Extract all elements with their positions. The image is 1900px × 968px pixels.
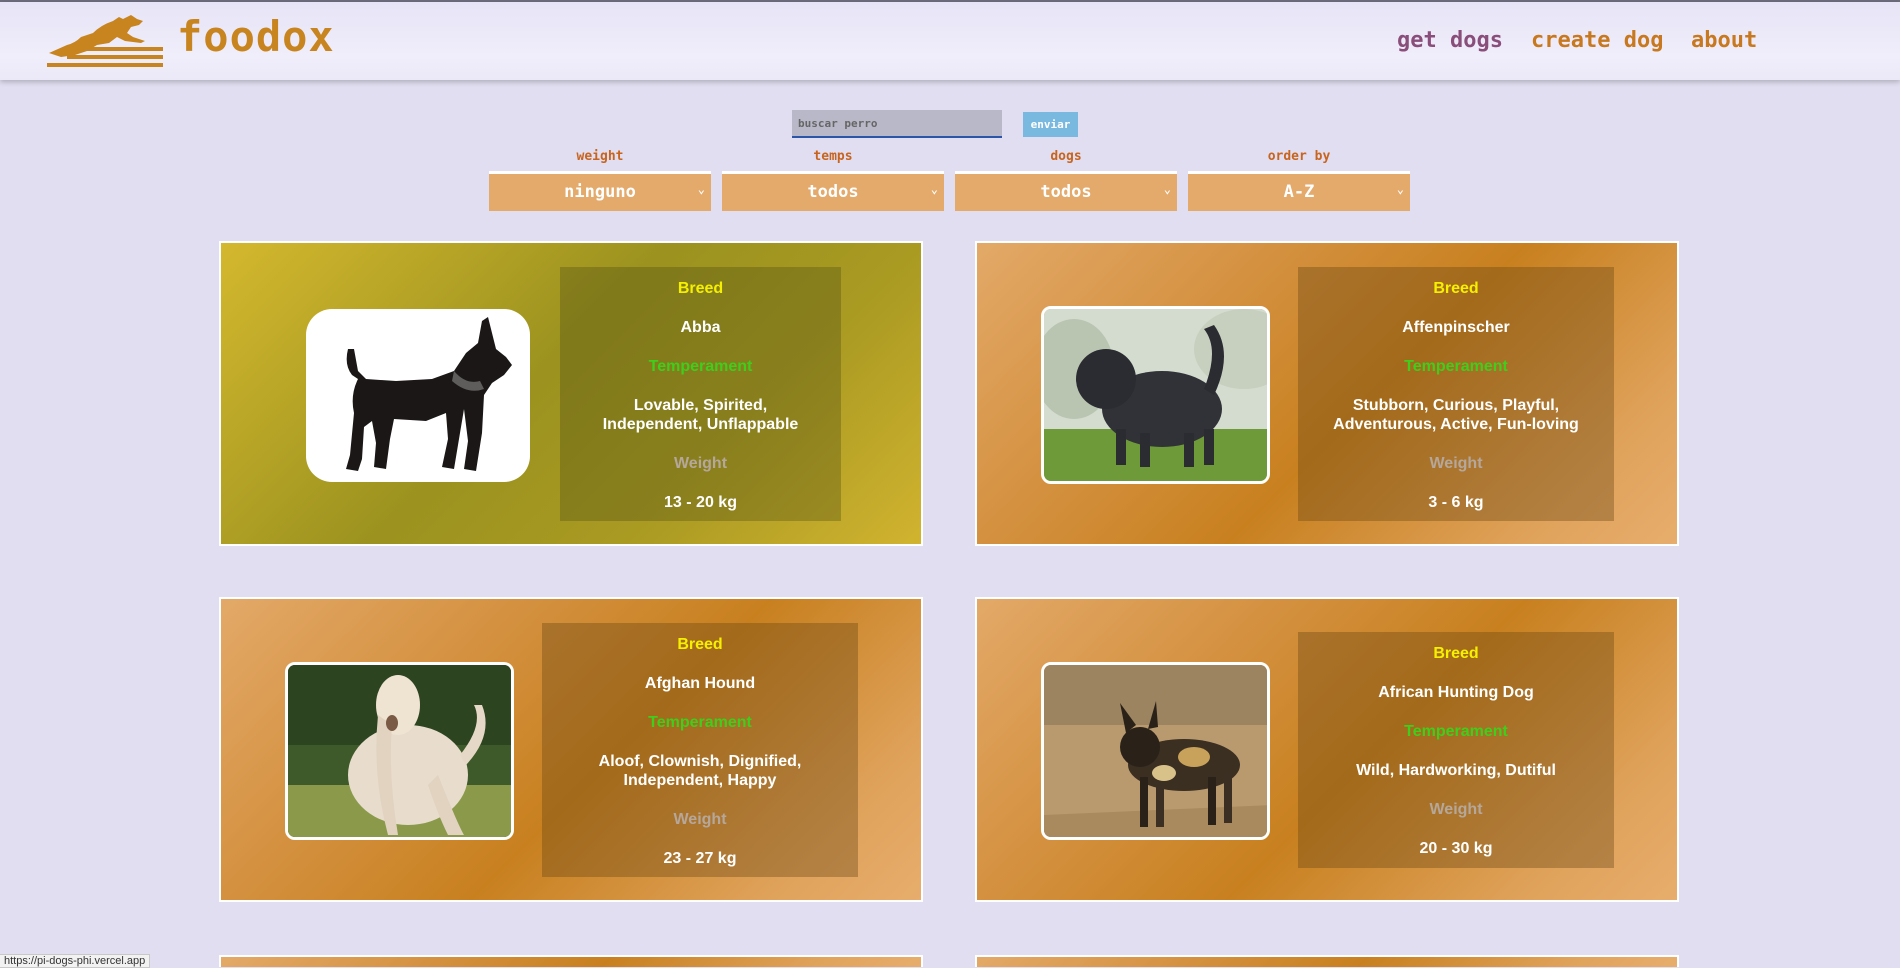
filter-label: weight: [576, 149, 624, 164]
weight-value: 23 - 27 kg: [663, 850, 737, 867]
temperament-value: Stubborn, Curious, Playful, Adventurous,…: [1333, 397, 1579, 433]
weight-value: 3 - 6 kg: [1428, 494, 1484, 511]
dog-silhouette-icon: [306, 309, 530, 482]
filter-temps: temps todos ⌄: [722, 149, 944, 211]
dog-card[interactable]: Breed Abba Temperament Lovable, Spirited…: [219, 241, 923, 546]
temps-select[interactable]: todos ⌄: [722, 171, 944, 211]
temperament-label: Temperament: [1404, 723, 1508, 740]
temperament-label: Temperament: [648, 358, 753, 375]
weight-label: Weight: [673, 455, 728, 472]
filter-label: order by: [1267, 149, 1331, 164]
temperament-value: Lovable, Spirited, Independent, Unflappa…: [602, 397, 799, 433]
filter-label: temps: [813, 149, 853, 164]
nav-about[interactable]: about: [1691, 28, 1757, 53]
send-button[interactable]: enviar: [1023, 112, 1078, 137]
nav-get-dogs[interactable]: get dogs: [1397, 28, 1503, 53]
breed-label: Breed: [1433, 280, 1479, 297]
dog-card[interactable]: [219, 955, 923, 967]
search-input[interactable]: [792, 110, 1002, 138]
order-select[interactable]: A-Z ⌄: [1188, 171, 1410, 211]
temperament-value: Wild, Hardworking, Dutiful: [1356, 762, 1556, 779]
dog-card[interactable]: Breed African Hunting Dog Temperament Wi…: [975, 597, 1679, 902]
breed-name: Abba: [680, 319, 721, 336]
weight-label: Weight: [1429, 455, 1483, 472]
filter-label: dogs: [1050, 149, 1082, 164]
weight-select[interactable]: ninguno ⌄: [489, 171, 711, 211]
select-value: todos: [1040, 182, 1092, 202]
select-value: ninguno: [564, 182, 636, 202]
afghan-hound-photo: [285, 662, 514, 840]
dogs-select[interactable]: todos ⌄: [955, 171, 1177, 211]
breed-label: Breed: [677, 636, 723, 653]
dog-card[interactable]: [975, 955, 1679, 967]
breed-label: Breed: [1433, 645, 1479, 662]
search-bar: enviar: [792, 110, 1078, 138]
filters: weight ninguno ⌄ temps todos ⌄ dogs todo…: [489, 149, 1410, 211]
dog-info-panel: Breed Afghan Hound Temperament Aloof, Cl…: [542, 623, 858, 877]
status-bar-url: https://pi-dogs-phi.vercel.app: [0, 954, 151, 968]
chevron-down-icon: ⌄: [930, 182, 938, 196]
weight-value: 20 - 30 kg: [1419, 840, 1493, 857]
filter-order: order by A-Z ⌄: [1188, 149, 1410, 211]
african-hunting-dog-photo: [1041, 662, 1270, 840]
nav-create-dog[interactable]: create dog: [1531, 28, 1663, 53]
weight-value: 13 - 20 kg: [664, 494, 737, 511]
chevron-down-icon: ⌄: [1396, 182, 1404, 196]
filter-weight: weight ninguno ⌄: [489, 149, 711, 211]
filter-dogs: dogs todos ⌄: [955, 149, 1177, 211]
weight-label: Weight: [1429, 801, 1483, 818]
breed-name: Affenpinscher: [1402, 319, 1510, 336]
breed-name: African Hunting Dog: [1378, 684, 1534, 701]
weight-label: Weight: [673, 811, 727, 828]
header: foodox get dogs create dog about: [0, 2, 1900, 80]
dog-card[interactable]: Breed Affenpinscher Temperament Stubborn…: [975, 241, 1679, 546]
jumping-dog-logo-icon: [47, 15, 163, 67]
select-value: todos: [807, 182, 859, 202]
brand-name: foodox: [177, 11, 335, 61]
temperament-label: Temperament: [648, 714, 752, 731]
temperament-label: Temperament: [1404, 358, 1508, 375]
dog-info-panel: Breed Abba Temperament Lovable, Spirited…: [560, 267, 841, 521]
affenpinscher-photo: [1041, 306, 1270, 484]
chevron-down-icon: ⌄: [697, 182, 705, 196]
dog-card[interactable]: Breed Afghan Hound Temperament Aloof, Cl…: [219, 597, 923, 902]
dog-info-panel: Breed African Hunting Dog Temperament Wi…: [1298, 632, 1614, 868]
temperament-value: Aloof, Clownish, Dignified, Independent,…: [598, 753, 802, 789]
dog-info-panel: Breed Affenpinscher Temperament Stubborn…: [1298, 267, 1614, 521]
select-value: A-Z: [1283, 182, 1315, 202]
breed-label: Breed: [677, 280, 724, 297]
chevron-down-icon: ⌄: [1163, 182, 1171, 196]
breed-name: Afghan Hound: [644, 675, 756, 692]
logo[interactable]: foodox: [47, 11, 335, 67]
